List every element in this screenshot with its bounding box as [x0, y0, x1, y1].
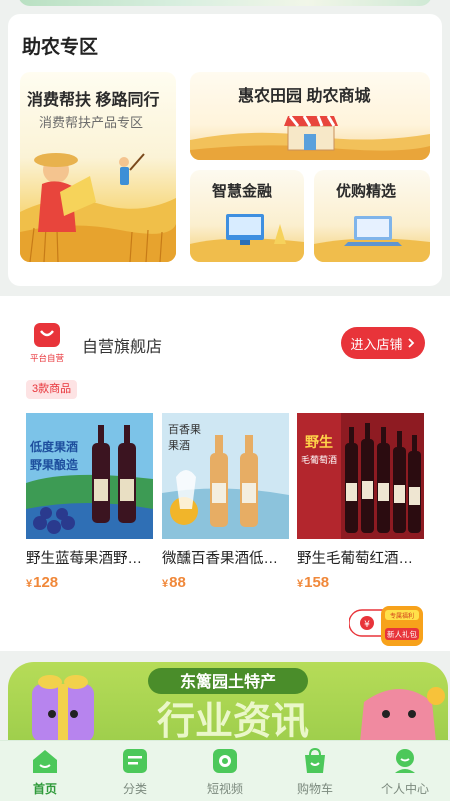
tile-title: 优购精选 [336, 183, 397, 200]
product-image-text: 果酒 [168, 439, 190, 452]
price-value: 158 [304, 574, 330, 591]
product-name: 野生蓝莓果酒野生蓝莓果酒 [26, 551, 153, 567]
agri-mall-tile[interactable]: 惠农田园 助农商城 [190, 72, 430, 160]
product-image-text: 低度果酒 [29, 439, 78, 454]
premium-pick-tile[interactable]: 优购精选 [314, 170, 430, 262]
product-image: 百香果 果酒 [162, 413, 289, 539]
store-section: 平台自营 自营旗舰店 进入店铺 3款商品 低度果酒 野果酿造 野生蓝莓果酒野生蓝… [0, 296, 450, 651]
tab-label: 首页 [32, 782, 57, 796]
home-icon [33, 750, 57, 773]
product-price: ¥88 [162, 574, 289, 591]
product-name: 微醺百香果酒低度果酒 [162, 551, 289, 567]
product-price: ¥158 [297, 574, 424, 591]
consume-assist-tile[interactable]: 消费帮扶 移路同行 消费帮扶产品专区 [20, 72, 176, 262]
farm-assist-section: 助农专区 消费帮扶 移路同行 消费帮扶产品专区 惠农田园 助农商城 智慧金融 优… [8, 14, 442, 286]
shop-illustration [190, 115, 430, 160]
product-name: 野生毛葡萄红酒野生毛葡萄 [297, 551, 424, 567]
top-banner-edge [18, 0, 432, 6]
pink-character [360, 687, 445, 742]
tab-label: 个人中心 [380, 782, 429, 796]
banner-main-text: 行业资讯 [157, 699, 309, 743]
tab-profile[interactable]: 个人中心 [370, 747, 440, 797]
product-image-text: 野生 [305, 434, 333, 451]
product-card[interactable]: 低度果酒 野果酿造 野生蓝莓果酒野生蓝莓果酒 ¥128 [26, 413, 153, 591]
store-logo: 平台自营 [30, 323, 64, 364]
computer-illustration [190, 214, 304, 262]
new-user-gift-button[interactable]: ¥ 专属福利 新人礼包 [348, 604, 425, 648]
currency-symbol: ¥ [162, 578, 169, 590]
product-image-text: 野果酿造 [30, 457, 79, 472]
currency-symbol: ¥ [297, 578, 304, 590]
banner-top-text: 东篱园土特产 [180, 672, 276, 691]
tile-title: 惠农田园 助农商城 [238, 88, 371, 105]
smart-finance-tile[interactable]: 智慧金融 [190, 170, 304, 262]
store-logo-text: 平台自营 [30, 353, 64, 364]
store-name: 自营旗舰店 [82, 339, 163, 356]
product-image-text: 百香果 [168, 423, 201, 436]
product-image: 低度果酒 野果酿造 [26, 413, 153, 539]
product-card[interactable]: 百香果 果酒 微醺百香果酒低度果酒 ¥88 [162, 413, 289, 591]
product-image-text: 毛葡萄酒 [301, 454, 337, 466]
enter-store-label: 进入店铺 [350, 336, 403, 352]
tile-title: 智慧金融 [212, 183, 273, 200]
laptop-illustration [314, 216, 430, 262]
yuan-icon: ¥ [364, 620, 370, 630]
gift-box-character [32, 675, 94, 742]
tile-title: 消费帮扶 移路同行 [27, 92, 160, 109]
bottom-tab-bar: 首页 分类 短视频 购物车 个人中心 [0, 740, 450, 801]
tab-label: 分类 [122, 782, 147, 796]
tab-video[interactable]: 短视频 [190, 747, 260, 797]
enter-store-button[interactable]: 进入店铺 [341, 327, 425, 359]
tab-label: 短视频 [206, 782, 243, 796]
section-title: 助农专区 [22, 37, 99, 58]
product-count-badge: 3款商品 [26, 380, 78, 399]
app-page: { "farm_section": { "title": "助农专区", "ti… [0, 0, 450, 801]
product-card[interactable]: 野生 毛葡萄酒 野生毛葡萄红酒野生毛葡萄 ¥158 [297, 413, 424, 591]
cart-icon [305, 747, 325, 773]
tile-subtitle: 消费帮扶产品专区 [39, 115, 144, 130]
price-value: 128 [33, 574, 59, 591]
category-icon [123, 749, 147, 773]
video-icon [213, 749, 237, 773]
product-image: 野生 毛葡萄酒 [297, 413, 424, 539]
price-value: 88 [169, 574, 186, 591]
product-price: ¥128 [26, 574, 153, 591]
farmer-harvest-illustration [20, 153, 176, 262]
chevron-right-icon [407, 338, 414, 348]
profile-icon [395, 749, 415, 773]
tab-category[interactable]: 分类 [100, 747, 170, 797]
tab-cart[interactable]: 购物车 [280, 747, 350, 797]
currency-symbol: ¥ [26, 578, 33, 590]
gift-label: 新人礼包 [387, 629, 417, 639]
tab-label: 购物车 [296, 782, 333, 796]
tab-home[interactable]: 首页 [10, 747, 80, 797]
gift-tag: 专属福利 [390, 612, 414, 620]
